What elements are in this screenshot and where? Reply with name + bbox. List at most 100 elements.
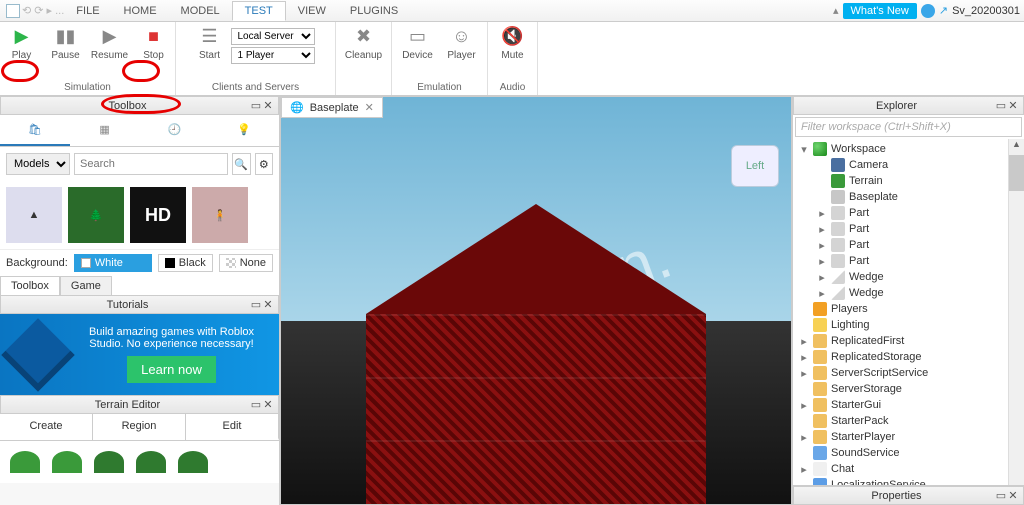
close-icon[interactable]: ✕ (262, 99, 274, 112)
house-model (366, 204, 706, 504)
tree-node[interactable]: ServerStorage (793, 381, 1024, 397)
tree-node[interactable]: ▸ReplicatedFirst (793, 333, 1024, 349)
toolbox-tab-ideas[interactable]: 💡 (209, 115, 279, 146)
tab-model[interactable]: MODEL (169, 2, 232, 20)
bg-label: Background: (6, 257, 68, 269)
close-icon[interactable]: ✕ (365, 101, 374, 114)
subtab-toolbox[interactable]: Toolbox (0, 276, 60, 295)
terrain-header[interactable]: Terrain Editor▭✕ (0, 395, 279, 414)
mute-button[interactable]: 🔇Mute (493, 24, 533, 61)
tree-node[interactable]: ▸StarterGui (793, 397, 1024, 413)
learn-now-button[interactable]: Learn now (127, 356, 216, 383)
tree-node[interactable]: ▸Wedge (793, 285, 1024, 301)
settings-icon[interactable]: ⚙ (255, 153, 274, 175)
tree-node[interactable]: ▸ServerScriptService (793, 365, 1024, 381)
scrollbar[interactable]: ▲ (1008, 139, 1024, 485)
group-audio-label: Audio (488, 82, 537, 93)
play-button[interactable]: ▶Play (2, 24, 42, 61)
tab-plugins[interactable]: PLUGINS (338, 2, 410, 20)
tutorials-header[interactable]: Tutorials▭✕ (0, 295, 279, 314)
asset-item[interactable]: HD (130, 187, 186, 243)
server-select[interactable]: Local Server (231, 28, 315, 45)
tree-node[interactable]: ▸StarterPlayer (793, 429, 1024, 445)
toolbox-tab-inventory[interactable]: ▦ (70, 115, 140, 146)
asset-item[interactable]: 🌲 (68, 187, 124, 243)
asset-item[interactable]: ▲ (6, 187, 62, 243)
left-panel: Toolbox ▭ ✕ 🛍 ▦ 🕘 💡 Models 🔍 ⚙ ▲ 🌲 HD 🧍 … (0, 96, 280, 505)
tab-home[interactable]: HOME (112, 2, 169, 20)
tree-node[interactable]: Players (793, 301, 1024, 317)
bg-none[interactable]: None (219, 254, 273, 272)
tree-node[interactable]: SoundService (793, 445, 1024, 461)
tree-node[interactable]: Baseplate (793, 189, 1024, 205)
tree-node[interactable]: ▸Part (793, 237, 1024, 253)
stop-button[interactable]: ■Stop (134, 24, 174, 61)
terrain-tab-region[interactable]: Region (93, 414, 186, 440)
share-icon[interactable]: ↗ (939, 4, 948, 17)
right-panel: Explorer▭✕ Filter workspace (Ctrl+Shift+… (792, 96, 1024, 505)
subtab-game[interactable]: Game (60, 276, 112, 295)
tree-node[interactable]: StarterPack (793, 413, 1024, 429)
globe-icon: 🌐 (290, 101, 304, 114)
asset-grid: ▲ 🌲 HD 🧍 (0, 181, 279, 249)
terrain-tool[interactable] (52, 451, 82, 473)
toolbox-tab-recent[interactable]: 🕘 (140, 115, 210, 146)
tree-node[interactable]: Lighting (793, 317, 1024, 333)
properties-header[interactable]: Properties▭✕ (793, 486, 1024, 505)
menu-tabs: ⟲ ⟳ ▸ ... FILE HOME MODEL TEST VIEW PLUG… (0, 0, 1024, 22)
explorer-header[interactable]: Explorer▭✕ (793, 96, 1024, 115)
whats-new-button[interactable]: What's New (843, 3, 917, 19)
tree-node[interactable]: Terrain (793, 173, 1024, 189)
group-emulation-label: Emulation (392, 82, 487, 93)
help-icon[interactable] (921, 4, 935, 18)
device-button[interactable]: ▭Device (398, 24, 438, 61)
start-button[interactable]: ☰Start (195, 24, 225, 68)
terrain-tool[interactable] (178, 451, 208, 473)
viewport[interactable]: 🌐 Baseplate ✕ Left robloxfan. (280, 96, 792, 505)
terrain-tool[interactable] (136, 451, 166, 473)
players-select[interactable]: 1 Player (231, 47, 315, 64)
terrain-tool[interactable] (94, 451, 124, 473)
cleanup-button[interactable]: ✖Cleanup (344, 24, 384, 61)
search-input[interactable] (74, 153, 228, 175)
app-icon (6, 4, 20, 18)
player-button[interactable]: ☺Player (442, 24, 482, 61)
tree-node[interactable]: ▸Part (793, 205, 1024, 221)
tree-node[interactable]: ▸Part (793, 253, 1024, 269)
undock-icon[interactable]: ▭ (250, 99, 262, 112)
category-select[interactable]: Models (6, 153, 70, 175)
explorer-tree[interactable]: ▲ ▾WorkspaceCameraTerrainBaseplate▸Part▸… (793, 139, 1024, 485)
tree-node[interactable]: ▾Workspace (793, 141, 1024, 157)
tab-test[interactable]: TEST (232, 1, 286, 21)
tree-node[interactable]: ▸Wedge (793, 269, 1024, 285)
toolbox-tab-shop[interactable]: 🛍 (0, 115, 70, 146)
tree-node[interactable]: Camera (793, 157, 1024, 173)
tree-node[interactable]: ▸Part (793, 221, 1024, 237)
username-label[interactable]: Sv_20200301 (952, 5, 1020, 17)
group-simulation-label: Simulation (0, 82, 175, 93)
tab-file[interactable]: FILE (64, 2, 111, 20)
view-cube[interactable]: Left (731, 145, 779, 187)
toolbox-header[interactable]: Toolbox ▭ ✕ (0, 96, 279, 115)
bg-black[interactable]: Black (158, 254, 213, 272)
terrain-tab-create[interactable]: Create (0, 414, 93, 440)
filter-input[interactable]: Filter workspace (Ctrl+Shift+X) (795, 117, 1022, 137)
terrain-tool[interactable] (10, 451, 40, 473)
tab-view[interactable]: VIEW (286, 2, 338, 20)
pause-button[interactable]: ▮▮Pause (46, 24, 86, 61)
terrain-tab-edit[interactable]: Edit (186, 414, 279, 440)
tree-node[interactable]: ▸Chat (793, 461, 1024, 477)
group-cs-label: Clients and Servers (176, 82, 335, 93)
tutorials-icon (1, 318, 75, 392)
tutorials-card: Build amazing games with Roblox Studio. … (0, 314, 279, 395)
asset-item[interactable]: 🧍 (192, 187, 248, 243)
tree-node[interactable]: LocalizationService (793, 477, 1024, 485)
search-icon[interactable]: 🔍 (232, 153, 251, 175)
ribbon: ▶Play ▮▮Pause ▶Resume ■Stop Simulation ☰… (0, 22, 1024, 96)
tree-node[interactable]: ▸ReplicatedStorage (793, 349, 1024, 365)
resume-button[interactable]: ▶Resume (90, 24, 130, 61)
bg-white[interactable]: White (74, 254, 152, 272)
viewport-tab[interactable]: 🌐 Baseplate ✕ (281, 97, 383, 118)
collapse-ribbon-icon[interactable]: ▴ (833, 4, 839, 17)
tutorials-text: Build amazing games with Roblox Studio. … (76, 326, 267, 350)
